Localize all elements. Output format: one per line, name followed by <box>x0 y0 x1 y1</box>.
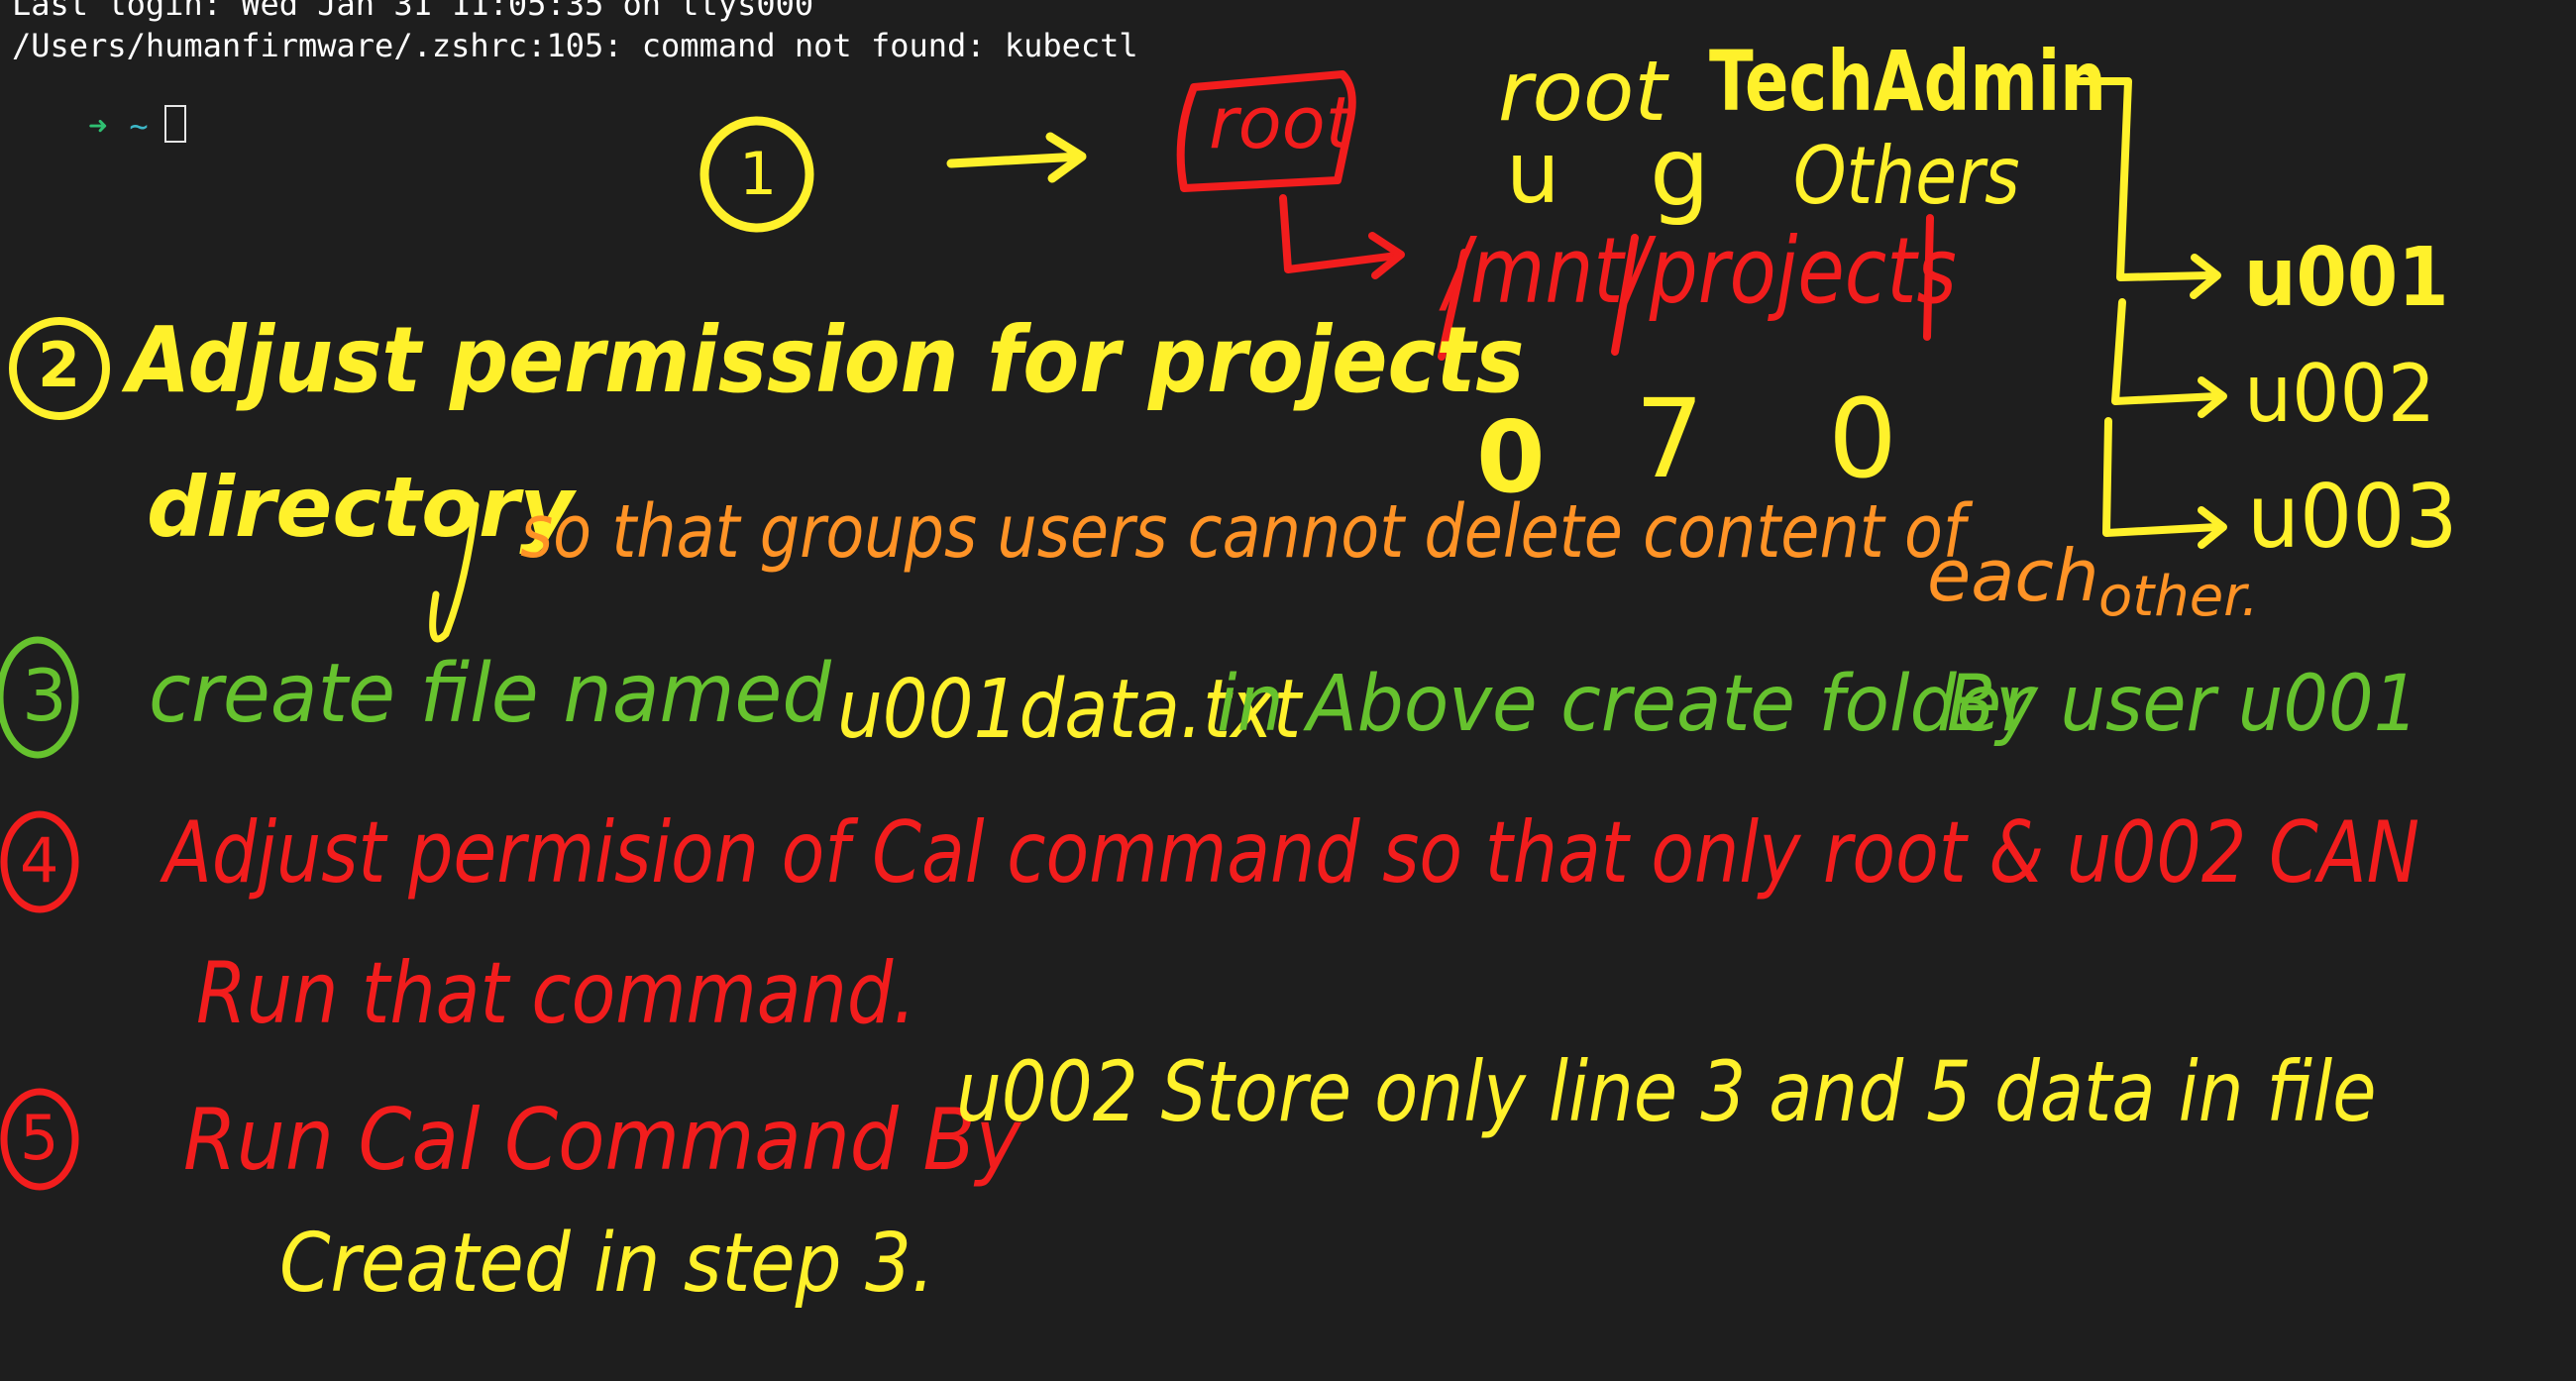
step2-directory: directory <box>147 459 575 556</box>
step2-line2-rest: so that groups users cannot delete conte… <box>520 489 1966 575</box>
perm-value-group: 7 <box>1635 375 1704 502</box>
user-u001: u001 <box>2244 231 2449 325</box>
prompt-row[interactable]: ➜ ~ <box>12 65 186 185</box>
step4-line2: Run that command. <box>196 944 916 1043</box>
step2-each: each <box>1927 534 2099 617</box>
step5-number: 5 <box>20 1102 59 1174</box>
step3-number: 3 <box>22 654 67 737</box>
zshrc-error-line: /Users/humanfirmware/.zshrc:105: command… <box>12 27 1138 64</box>
mnt-projects-path: /mnt/projects <box>1445 218 1957 324</box>
prompt-arrow-icon: ➜ <box>88 107 108 145</box>
perm-header-group: TechAdmin <box>1709 33 2106 130</box>
step4-line1: Adjust permision of Cal command so that … <box>163 803 2420 903</box>
prompt-directory: ~ <box>129 107 149 145</box>
terminal-window[interactable]: Last login: Wed Jan 31 11:05:35 on ttys0… <box>0 0 2576 1381</box>
step1-arrow <box>946 152 1085 168</box>
step3-by-user: By user u001 <box>1947 660 2419 749</box>
col-user-label: u <box>1506 124 1560 223</box>
step2-other: other. <box>2098 565 2259 629</box>
step5-text-a: Run Cal Command By <box>183 1091 1021 1190</box>
step4-number: 4 <box>20 824 59 897</box>
col-group-label: g <box>1650 117 1710 228</box>
col-others-label: Others <box>1793 130 2020 222</box>
root-to-path-arrowhead <box>1368 232 1405 279</box>
root-box-label: root <box>1209 81 1353 164</box>
step3-text-a: create file named <box>149 647 831 741</box>
user-u002: u002 <box>2244 348 2436 440</box>
user-u003: u003 <box>2247 466 2458 568</box>
step1-number: 1 <box>739 140 778 209</box>
step5-text-b: u002 Store only line 3 and 5 data in fil… <box>956 1043 2377 1140</box>
perm-header-owner: root <box>1498 43 1667 140</box>
step2-number: 2 <box>38 329 81 401</box>
tree-arrowhead-u001 <box>2190 254 2221 299</box>
step3-text-b: in Above create folder <box>1217 660 2032 749</box>
root-to-path-arrow <box>1279 194 1401 273</box>
text-cursor[interactable] <box>163 105 186 143</box>
tree-arrowhead-u002 <box>2198 376 2227 418</box>
tree-branch-u003 <box>2102 417 2221 537</box>
step1-arrowhead <box>1045 132 1087 183</box>
last-login-line: Last login: Wed Jan 31 11:05:35 on ttys0… <box>12 0 814 23</box>
tree-arrowhead-u003 <box>2198 506 2227 549</box>
tree-branch-u002 <box>2111 298 2221 405</box>
perm-value-others: 0 <box>1828 375 1897 502</box>
step5-line2: Created in step 3. <box>279 1217 935 1311</box>
step2-line1: Adjust permission for projects <box>127 307 1525 413</box>
